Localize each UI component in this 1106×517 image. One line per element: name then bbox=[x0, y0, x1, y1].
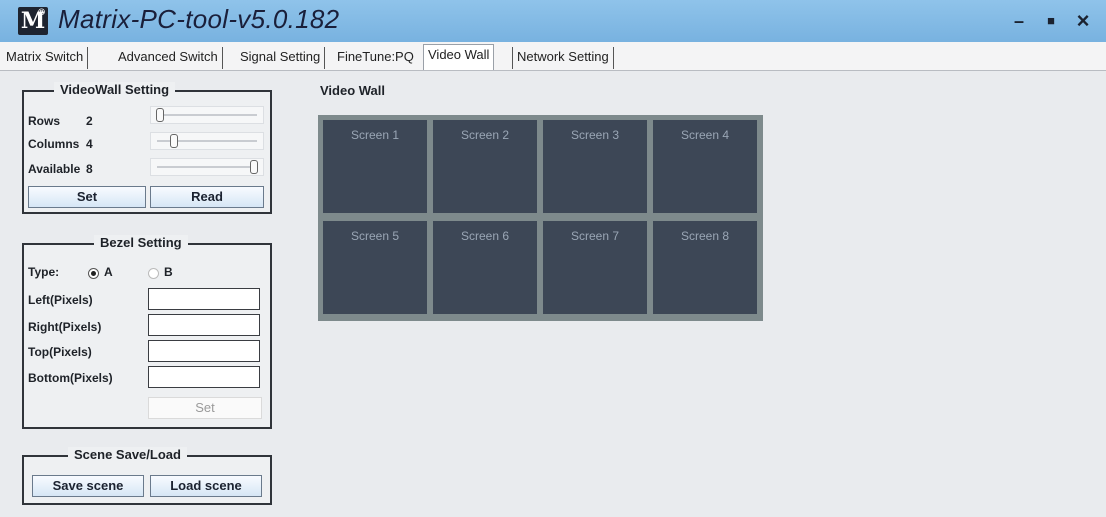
columns-value: 4 bbox=[86, 137, 93, 151]
available-slider-thumb[interactable] bbox=[250, 160, 258, 174]
tab-bar: Matrix Switch Advanced Switch Signal Set… bbox=[0, 42, 1106, 71]
screen-8[interactable]: Screen 8 bbox=[653, 221, 757, 314]
app-logo: M ® bbox=[18, 7, 48, 35]
available-slider[interactable] bbox=[150, 158, 264, 176]
top-pixels-label: Top(Pixels) bbox=[28, 345, 92, 359]
tab-network-setting[interactable]: Network Setting bbox=[512, 47, 614, 69]
video-wall-title: Video Wall bbox=[320, 83, 386, 98]
save-scene-button[interactable]: Save scene bbox=[32, 475, 144, 497]
right-pixels-input[interactable] bbox=[148, 314, 260, 336]
rows-slider-thumb[interactable] bbox=[156, 108, 164, 122]
bottom-pixels-input[interactable] bbox=[148, 366, 260, 388]
videowall-setting-title: VideoWall Setting bbox=[54, 82, 176, 97]
screen-3[interactable]: Screen 3 bbox=[543, 120, 647, 213]
bottom-pixels-label: Bottom(Pixels) bbox=[28, 371, 113, 385]
videowall-setting-group: VideoWall Setting Rows 2 Columns 4 Avail… bbox=[22, 82, 272, 214]
title-bar: M ® Matrix-PC-tool-v5.0.182 – ■ × bbox=[0, 0, 1106, 42]
screen-1[interactable]: Screen 1 bbox=[323, 120, 427, 213]
screen-5[interactable]: Screen 5 bbox=[323, 221, 427, 314]
scene-title: Scene Save/Load bbox=[68, 447, 187, 462]
videowall-set-button[interactable]: Set bbox=[28, 186, 146, 208]
app-title: Matrix-PC-tool-v5.0.182 bbox=[58, 4, 340, 34]
tab-matrix-switch[interactable]: Matrix Switch bbox=[2, 47, 89, 69]
video-wall-grid: Screen 1 Screen 2 Screen 3 Screen 4 Scre… bbox=[318, 115, 763, 321]
left-pixels-label: Left(Pixels) bbox=[28, 293, 93, 307]
bezel-setting-title: Bezel Setting bbox=[94, 235, 188, 250]
close-button[interactable]: × bbox=[1072, 10, 1094, 32]
columns-label: Columns bbox=[28, 137, 80, 151]
left-pixels-input[interactable] bbox=[148, 288, 260, 310]
available-value: 8 bbox=[86, 162, 93, 176]
tab-finetune-pq[interactable]: FineTune:PQ bbox=[333, 47, 418, 69]
screen-2[interactable]: Screen 2 bbox=[433, 120, 537, 213]
available-label: Available bbox=[28, 162, 81, 176]
load-scene-button[interactable]: Load scene bbox=[150, 475, 262, 497]
bezel-type-b-label: B bbox=[164, 265, 173, 279]
maximize-button[interactable]: ■ bbox=[1040, 10, 1062, 32]
bezel-type-b-radio[interactable] bbox=[148, 268, 159, 279]
screen-4[interactable]: Screen 4 bbox=[653, 120, 757, 213]
bezel-set-button[interactable]: Set bbox=[148, 397, 262, 419]
columns-slider-thumb[interactable] bbox=[170, 134, 178, 148]
bezel-setting-group: Bezel Setting Type: A B Left(Pixels) Rig… bbox=[22, 235, 272, 429]
rows-value: 2 bbox=[86, 114, 93, 128]
top-pixels-input[interactable] bbox=[148, 340, 260, 362]
screen-7[interactable]: Screen 7 bbox=[543, 221, 647, 314]
rows-slider[interactable] bbox=[150, 106, 264, 124]
bezel-type-a-label: A bbox=[104, 265, 113, 279]
bezel-type-a-radio[interactable] bbox=[88, 268, 99, 279]
columns-slider[interactable] bbox=[150, 132, 264, 150]
right-pixels-label: Right(Pixels) bbox=[28, 320, 102, 334]
minimize-button[interactable]: – bbox=[1008, 10, 1030, 32]
videowall-read-button[interactable]: Read bbox=[150, 186, 264, 208]
rows-label: Rows bbox=[28, 114, 61, 128]
tab-advanced-switch[interactable]: Advanced Switch bbox=[114, 47, 223, 69]
screen-6[interactable]: Screen 6 bbox=[433, 221, 537, 314]
bezel-type-label: Type: bbox=[28, 265, 60, 279]
scene-group: Scene Save/Load Save scene Load scene bbox=[22, 447, 272, 505]
tab-video-wall[interactable]: Video Wall bbox=[423, 44, 495, 70]
tab-signal-setting[interactable]: Signal Setting bbox=[236, 47, 326, 69]
